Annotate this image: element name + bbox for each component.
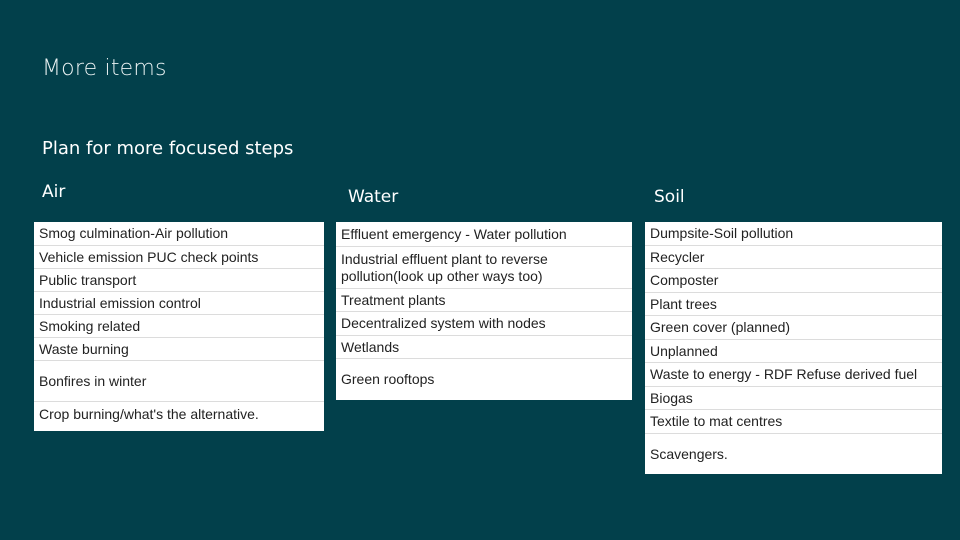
table-row: Decentralized system with nodes: [336, 312, 632, 336]
table-row: Textile to mat centres: [645, 410, 942, 434]
table-row: Plant trees: [645, 293, 942, 316]
water-table: Effluent emergency - Water pollution Ind…: [336, 222, 632, 400]
table-row: Smog culmination-Air pollution: [34, 222, 324, 246]
table-row: Industrial effluent plant to reverse pol…: [336, 247, 632, 289]
table-row: Unplanned: [645, 340, 942, 363]
table-row: Dumpsite-Soil pollution: [645, 222, 942, 246]
table-row: Vehicle emission PUC check points: [34, 246, 324, 269]
slide-title: More items: [42, 56, 167, 81]
soil-table: Dumpsite-Soil pollution Recycler Compost…: [645, 222, 942, 474]
table-row: Smoking related: [34, 315, 324, 338]
soil-heading: Soil: [654, 187, 685, 207]
table-row: Public transport: [34, 269, 324, 292]
table-row: Waste to energy - RDF Refuse derived fue…: [645, 363, 942, 387]
table-row: Crop burning/what's the alternative.: [39, 406, 259, 422]
table-row: Bonfires in winter: [34, 361, 324, 402]
water-heading: Water: [348, 187, 399, 207]
air-heading: Air: [42, 182, 66, 202]
table-row: Industrial emission control: [34, 292, 324, 315]
table-row: Recycler: [645, 246, 942, 269]
table-row: Effluent emergency - Water pollution: [336, 222, 632, 247]
table-row: Wetlands: [336, 336, 632, 359]
table-row: Composter: [645, 269, 942, 293]
table-row: Green cover (planned): [645, 316, 942, 340]
table-row: Scavengers.: [650, 445, 728, 462]
table-row: Biogas: [645, 387, 942, 410]
table-row: Treatment plants: [336, 289, 632, 312]
air-table: Smog culmination-Air pollution Vehicle e…: [34, 222, 324, 431]
table-row: Green rooftops: [341, 371, 435, 387]
slide-subtitle: Plan for more focused steps: [42, 138, 294, 159]
table-row: Waste burning: [34, 338, 324, 361]
